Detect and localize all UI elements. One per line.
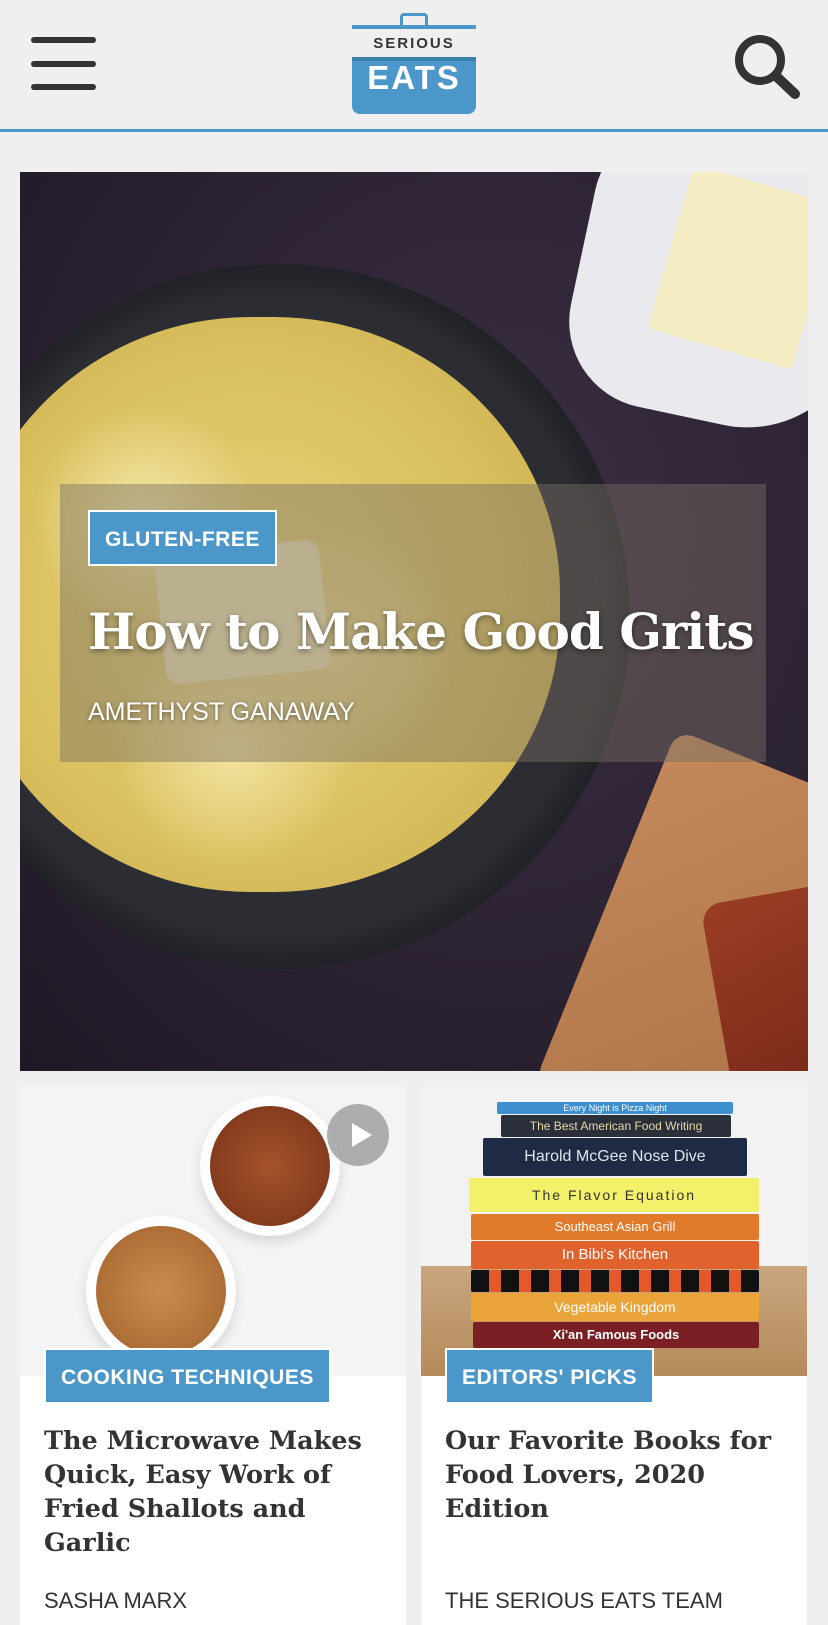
- menu-icon[interactable]: [31, 37, 96, 91]
- search-icon[interactable]: [733, 33, 801, 99]
- hero-title[interactable]: How to Make Good Grits: [88, 602, 768, 661]
- book-spine: Every Night is Pizza Night: [497, 1102, 733, 1114]
- search-icon-graphic: [735, 35, 800, 99]
- bowl-fried-garlic: [86, 1216, 236, 1366]
- fried-garlic: [96, 1226, 226, 1356]
- book-spine: Southeast Asian Grill: [471, 1214, 759, 1240]
- site-logo[interactable]: SERIOUS EATS: [352, 13, 476, 114]
- card-category-tag[interactable]: EDITORS' PICKS: [445, 1348, 654, 1404]
- site-header: SERIOUS EATS: [0, 0, 828, 132]
- menu-icon-bar: [31, 61, 96, 67]
- bowl-fried-shallots: [200, 1096, 340, 1236]
- card-image: Every Night is Pizza Night The Best Amer…: [421, 1086, 807, 1376]
- article-card[interactable]: COOKING TECHNIQUES The Microwave Makes Q…: [20, 1086, 406, 1625]
- card-author: SASHA MARX: [44, 1588, 188, 1613]
- book-spine: Vegetable Kingdom: [471, 1293, 759, 1321]
- book-spine: The Best American Food Writing: [501, 1115, 731, 1137]
- card-author: THE SERIOUS EATS TEAM: [445, 1588, 723, 1613]
- menu-icon-bar: [31, 37, 96, 43]
- logo-pot-handle: [400, 13, 428, 25]
- logo-text-bottom: EATS: [367, 59, 461, 96]
- card-title[interactable]: The Microwave Makes Quick, Easy Work of …: [44, 1424, 384, 1560]
- hero-author: AMETHYST GANAWAY: [88, 698, 355, 726]
- book-spine: The Flavor Equation: [469, 1178, 759, 1212]
- hero-category-tag[interactable]: GLUTEN-FREE: [88, 510, 277, 566]
- card-image: [20, 1086, 406, 1376]
- play-icon[interactable]: [327, 1104, 389, 1166]
- logo-text-top: SERIOUS: [373, 35, 455, 52]
- article-card[interactable]: Every Night is Pizza Night The Best Amer…: [421, 1086, 807, 1625]
- book-spine: Xi'an Famous Foods: [473, 1322, 759, 1348]
- fried-shallots: [210, 1106, 330, 1226]
- logo-pot-lid: [352, 25, 476, 29]
- book-spine: [471, 1270, 759, 1292]
- book-spine: Harold McGee Nose Dive: [483, 1138, 747, 1176]
- book-spine: In Bibi's Kitchen: [471, 1241, 759, 1269]
- menu-icon-bar: [31, 84, 96, 90]
- hero-article[interactable]: GLUTEN-FREE How to Make Good Grits AMETH…: [20, 172, 808, 1071]
- card-title[interactable]: Our Favorite Books for Food Lovers, 2020…: [445, 1424, 785, 1526]
- card-category-tag[interactable]: COOKING TECHNIQUES: [44, 1348, 331, 1404]
